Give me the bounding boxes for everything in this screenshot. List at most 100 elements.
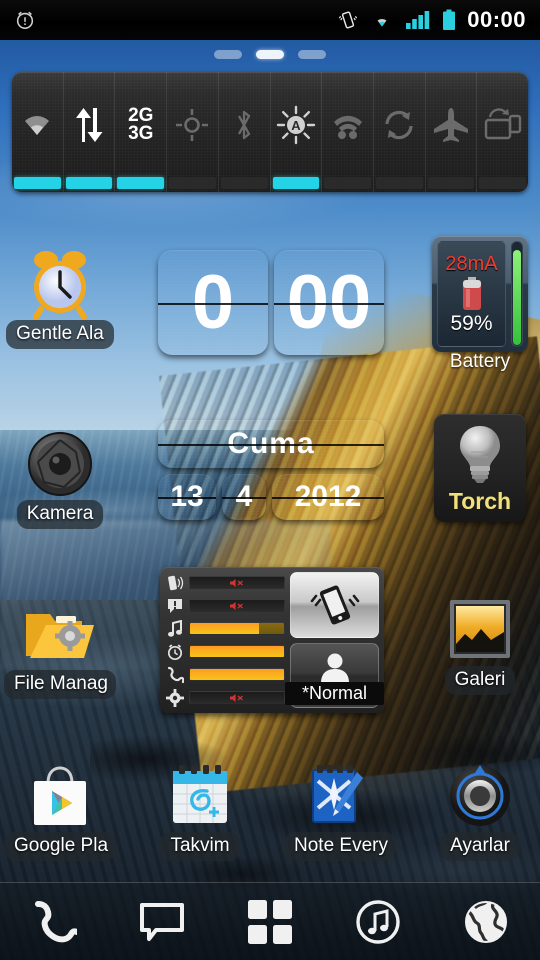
wifi-icon [17, 110, 57, 140]
notification-bubble-icon [165, 597, 185, 615]
sound-profile-label: *Normal [285, 682, 384, 705]
battery-current: 28mA [445, 252, 498, 275]
status-bar[interactable]: 00:00 [0, 0, 540, 40]
network-mode-label: 2G 3G [128, 105, 154, 144]
power-toggle-widget: 2G 3G A [12, 72, 528, 192]
app-label: Google Pla [4, 832, 116, 861]
vibrate-button[interactable] [290, 572, 379, 638]
toggle-network-mode[interactable]: 2G 3G [115, 72, 168, 192]
battery-gauge [511, 241, 523, 347]
date-widget-month[interactable]: 4 [222, 474, 266, 520]
phone-handset-icon [165, 666, 185, 684]
battery-cell-icon [459, 276, 485, 311]
volume-row-alarm[interactable] [165, 641, 285, 662]
app-label: Note Every [284, 832, 396, 861]
camera-aperture-icon [0, 428, 120, 500]
play-store-bag-icon [0, 760, 120, 832]
dock [0, 882, 540, 960]
battery-widget-label: Battery [449, 351, 511, 372]
brightness-auto-icon: A [276, 105, 316, 145]
dock-phone[interactable] [16, 892, 92, 952]
dock-music[interactable] [340, 892, 416, 952]
wifi-icon [370, 10, 394, 30]
app-kamera[interactable]: Kamera [0, 428, 120, 534]
toggle-airplane-mode[interactable] [425, 72, 478, 192]
date-widget-weekday[interactable]: Cuma [158, 420, 384, 468]
battery-icon [442, 9, 456, 31]
alarm-clock-icon [0, 248, 120, 320]
alarm-clock-icon [14, 9, 36, 31]
page-dot-2[interactable] [256, 50, 284, 59]
app-google-play[interactable]: Google Pla [0, 760, 120, 866]
volume-slider [189, 645, 285, 658]
date-widget-year[interactable]: 2012 [272, 474, 384, 520]
lightbulb-icon [455, 422, 505, 486]
app-note-everything[interactable]: Note Every [280, 760, 400, 866]
volume-slider [189, 668, 285, 681]
phone-vibrate-icon [309, 582, 361, 628]
toggle-auto-rotate[interactable] [477, 72, 528, 192]
mute-icon [229, 601, 245, 611]
clock-widget-minutes[interactable]: 00 [274, 250, 384, 355]
data-arrows-icon [69, 106, 109, 144]
calendar-icon [140, 760, 260, 832]
date-widget-day[interactable]: 13 [158, 474, 216, 520]
alarm-clock-icon [165, 643, 185, 661]
person-icon [317, 651, 353, 685]
app-file-manager[interactable]: File Manag [0, 598, 120, 704]
torch-widget[interactable]: Torch [434, 414, 526, 522]
page-dot-1[interactable] [214, 50, 242, 59]
app-label: Gentle Ala [6, 320, 114, 349]
mute-icon [229, 578, 245, 588]
grid-squares-icon [246, 898, 294, 946]
home-screen: 00:00 2G 3G A Gentle Ala 0 00 28mA 59% B… [0, 0, 540, 960]
toggle-mobile-data[interactable] [63, 72, 116, 192]
svg-text:A: A [291, 118, 301, 133]
speech-bubble-icon [139, 901, 185, 943]
toggle-auto-sync[interactable] [373, 72, 426, 192]
page-indicator [0, 50, 540, 59]
battery-percent: 59% [450, 311, 493, 335]
toggle-wifi-hotspot[interactable] [322, 72, 374, 192]
music-circle-icon [355, 899, 401, 945]
ringer-icon [165, 574, 185, 592]
vibrate-icon [337, 9, 359, 31]
volume-row-call[interactable] [165, 664, 285, 685]
gear-icon [165, 688, 185, 707]
app-label: Galeri [444, 666, 516, 695]
volume-row-system[interactable] [165, 687, 285, 708]
globe-icon [463, 899, 509, 945]
app-galeri[interactable]: Galeri [420, 594, 540, 700]
toggle-gps[interactable] [167, 72, 219, 192]
volume-slider [189, 576, 285, 589]
volume-row-notification[interactable] [165, 595, 285, 616]
toggle-bluetooth[interactable] [218, 72, 271, 192]
sync-arrows-icon [382, 108, 416, 142]
dock-app-drawer[interactable] [232, 892, 308, 952]
clock-widget-hours[interactable]: 0 [158, 250, 268, 355]
status-bar-clock: 00:00 [467, 7, 526, 32]
app-label: Ayarlar [440, 832, 520, 861]
dock-messaging[interactable] [124, 892, 200, 952]
app-takvim[interactable]: Takvim [140, 760, 260, 866]
torch-label: Torch [448, 487, 512, 514]
volume-slider [189, 622, 285, 635]
sound-profile-button[interactable]: *Normal [285, 642, 384, 708]
toggle-auto-brightness[interactable]: A [270, 72, 323, 192]
toggle-wifi[interactable] [12, 72, 64, 192]
phone-handset-icon [31, 899, 77, 945]
screen-rotate-icon [484, 108, 522, 142]
mute-icon [229, 693, 245, 703]
app-label: Takvim [160, 832, 240, 861]
app-ayarlar[interactable]: Ayarlar [420, 760, 540, 866]
volume-row-music[interactable] [165, 618, 285, 639]
app-gentle-alarm[interactable]: Gentle Ala [0, 248, 120, 354]
notepad-pen-icon [280, 760, 400, 832]
page-dot-3[interactable] [298, 50, 326, 59]
volume-row-ringer[interactable] [165, 572, 285, 593]
dock-browser[interactable] [448, 892, 524, 952]
signal-bars-icon [405, 10, 431, 30]
music-note-icon [165, 619, 185, 638]
app-label: Kamera [16, 500, 104, 529]
volume-control-widget: *Normal [160, 567, 384, 713]
